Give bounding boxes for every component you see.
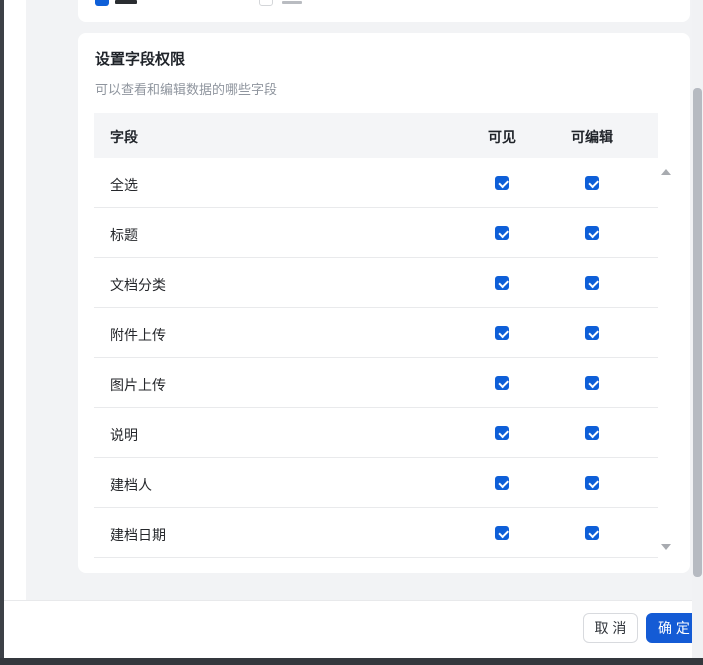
- top-left-checkbox[interactable]: [95, 0, 109, 6]
- row-field-label: 标题: [110, 227, 138, 243]
- editable-checkbox[interactable]: [585, 476, 599, 490]
- row-field-label: 建档人: [110, 477, 152, 493]
- cancel-button[interactable]: 取 消: [583, 613, 638, 643]
- row-field-label: 说明: [110, 427, 138, 443]
- column-header-editable: 可编辑: [571, 129, 613, 145]
- panel-subtitle: 可以查看和编辑数据的哪些字段: [95, 82, 278, 97]
- table-row: 标题: [94, 208, 658, 258]
- top-left-clipped-label: [115, 0, 137, 4]
- visible-checkbox[interactable]: [495, 226, 509, 240]
- permission-drawer: 设置字段权限 可以查看和编辑数据的哪些字段 字段 可见 可编辑 全选 标题 文档…: [4, 0, 703, 658]
- field-permission-card: 设置字段权限 可以查看和编辑数据的哪些字段 字段 可见 可编辑 全选 标题 文档…: [78, 33, 690, 573]
- scroll-up-icon[interactable]: [661, 169, 671, 175]
- table-row: 附件上传: [94, 308, 658, 358]
- field-permission-table: 字段 可见 可编辑 全选 标题 文档分类 附件上传 图片上传 说明 建档人 建档…: [94, 113, 673, 558]
- column-header-visible: 可见: [488, 129, 516, 145]
- visible-checkbox[interactable]: [495, 376, 509, 390]
- visible-checkbox[interactable]: [495, 326, 509, 340]
- editable-checkbox[interactable]: [585, 276, 599, 290]
- top-right-clipped-label: [282, 1, 302, 4]
- panel-title: 设置字段权限: [95, 51, 186, 68]
- editable-checkbox[interactable]: [585, 226, 599, 240]
- editable-checkbox[interactable]: [585, 326, 599, 340]
- scroll-down-icon[interactable]: [661, 544, 671, 550]
- visible-checkbox[interactable]: [495, 426, 509, 440]
- column-header-field: 字段: [110, 129, 138, 145]
- visible-checkbox[interactable]: [495, 176, 509, 190]
- visible-checkbox[interactable]: [495, 276, 509, 290]
- table-header: 字段 可见 可编辑: [94, 113, 658, 158]
- table-body: 全选 标题 文档分类 附件上传 图片上传 说明 建档人 建档日期: [94, 158, 658, 558]
- row-field-label: 全选: [110, 177, 138, 193]
- editable-checkbox[interactable]: [585, 176, 599, 190]
- visible-checkbox[interactable]: [495, 526, 509, 540]
- editable-checkbox[interactable]: [585, 426, 599, 440]
- page-background-bottom-edge: [0, 658, 703, 665]
- table-row: 建档人: [94, 458, 658, 508]
- table-row: 全选: [94, 158, 658, 208]
- table-scrollbar[interactable]: [658, 158, 673, 558]
- drawer-body: 设置字段权限 可以查看和编辑数据的哪些字段 字段 可见 可编辑 全选 标题 文档…: [26, 0, 692, 600]
- table-row: 建档日期: [94, 508, 658, 558]
- row-field-label: 建档日期: [110, 527, 166, 543]
- row-field-label: 附件上传: [110, 327, 166, 343]
- row-field-label: 文档分类: [110, 277, 166, 293]
- row-field-label: 图片上传: [110, 377, 166, 393]
- screen: 设置字段权限 可以查看和编辑数据的哪些字段 字段 可见 可编辑 全选 标题 文档…: [0, 0, 703, 665]
- window-scrollbar[interactable]: [692, 0, 703, 658]
- table-row: 图片上传: [94, 358, 658, 408]
- window-scrollbar-thumb[interactable]: [693, 88, 702, 577]
- editable-checkbox[interactable]: [585, 526, 599, 540]
- top-right-checkbox[interactable]: [259, 0, 273, 6]
- visible-checkbox[interactable]: [495, 476, 509, 490]
- editable-checkbox[interactable]: [585, 376, 599, 390]
- table-row: 说明: [94, 408, 658, 458]
- drawer-footer: 取 消 确 定: [4, 600, 703, 658]
- top-section-card: [78, 0, 690, 22]
- table-row: 文档分类: [94, 258, 658, 308]
